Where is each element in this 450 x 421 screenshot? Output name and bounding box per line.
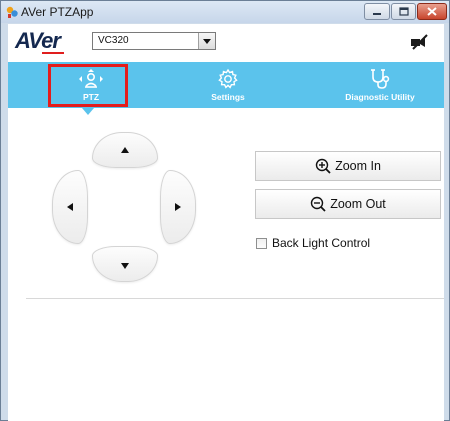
- tab-settings-label: Settings: [211, 92, 245, 102]
- title-bar[interactable]: AVer PTZApp: [1, 1, 449, 23]
- camera-select-value: VC320: [98, 35, 129, 46]
- arrow-down-icon: [121, 263, 129, 269]
- zoom-out-icon: [311, 196, 326, 212]
- tab-diagnostic-label: Diagnostic Utility: [345, 92, 415, 102]
- pan-left-button[interactable]: [52, 170, 88, 244]
- logo-text: AVer: [15, 28, 61, 53]
- window-title: AVer PTZApp: [21, 5, 94, 19]
- camera-off-icon: [411, 34, 428, 50]
- pan-right-button[interactable]: [160, 170, 196, 244]
- pan-up-button[interactable]: [92, 132, 158, 168]
- active-tab-highlight: [48, 64, 128, 107]
- backlight-checkbox[interactable]: [256, 237, 267, 249]
- ptz-direction-pad: [52, 132, 196, 282]
- tab-diagnostic-utility[interactable]: Diagnostic Utility: [330, 62, 430, 108]
- chevron-down-icon[interactable]: [198, 33, 215, 49]
- zoom-in-icon: [315, 158, 331, 174]
- zoom-out-label: Zoom Out: [330, 197, 386, 211]
- zoom-out-button[interactable]: Zoom Out: [255, 189, 441, 219]
- maximize-button[interactable]: [391, 3, 416, 20]
- arrow-up-icon: [121, 147, 129, 153]
- logo-accent: [42, 52, 64, 54]
- close-icon: [427, 7, 437, 16]
- maximize-icon: [398, 7, 409, 16]
- backlight-control-row[interactable]: Back Light Control: [256, 236, 370, 250]
- pan-down-button[interactable]: [92, 246, 158, 282]
- section-divider: [26, 298, 444, 299]
- arrow-left-icon: [67, 203, 73, 211]
- gear-icon: [218, 68, 238, 89]
- client-area: AVer VC320 PTZ Settings Diagnostic Utili…: [8, 24, 444, 421]
- minimize-icon: [373, 12, 381, 15]
- camera-select[interactable]: VC320: [92, 32, 216, 50]
- aver-logo: AVer: [15, 28, 61, 54]
- backlight-label: Back Light Control: [272, 236, 371, 250]
- minimize-button[interactable]: [364, 3, 390, 20]
- close-button[interactable]: [417, 3, 447, 20]
- zoom-in-button[interactable]: Zoom In: [255, 151, 441, 181]
- arrow-right-icon: [175, 203, 181, 211]
- app-window: AVer PTZApp AVer VC320 PTZ Settings Diag…: [0, 0, 450, 421]
- app-icon: [6, 6, 18, 18]
- zoom-in-label: Zoom In: [335, 159, 381, 173]
- active-tab-pointer: [82, 108, 94, 115]
- tab-settings[interactable]: Settings: [198, 62, 258, 108]
- stethoscope-icon: [371, 69, 390, 89]
